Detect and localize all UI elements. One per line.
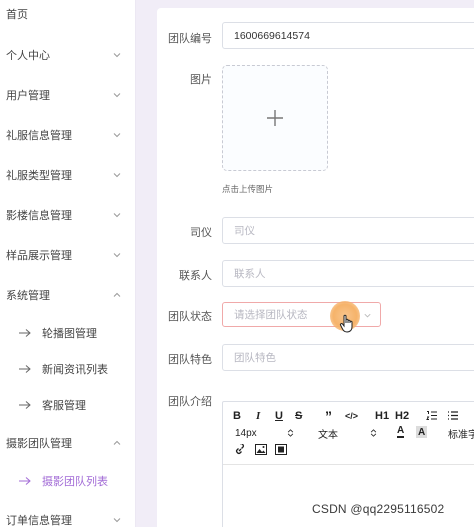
sidebar-item-label: 礼服类型管理 (6, 170, 72, 182)
sidebar: 首页 个人中心 用户管理 礼服信息管理 礼服类型管理 影楼信息管理 样品展示管理… (0, 0, 136, 527)
sidebar-item-label: 首页 (6, 9, 28, 21)
intro-label: 团队介绍 (168, 396, 212, 408)
sidebar-item-label: 轮播图管理 (42, 328, 97, 340)
csdn-watermark: CSDN @qq2295116502 (312, 502, 445, 516)
contact-placeholder: 联系人 (234, 268, 266, 280)
plus-icon (267, 110, 283, 126)
status-placeholder: 请选择团队状态 (234, 309, 308, 321)
team-no-label: 团队编号 (168, 33, 212, 45)
arrow-right-icon (19, 365, 31, 373)
ordered-list-icon[interactable] (426, 410, 438, 421)
sidebar-item-system-management[interactable]: 系统管理 (0, 277, 136, 313)
chevron-down-icon (111, 89, 123, 101)
video-icon[interactable] (275, 444, 287, 455)
team-no-field[interactable]: 1600669614574 (222, 22, 474, 49)
sidebar-item-label: 影楼信息管理 (6, 210, 72, 222)
sidebar-item-label: 摄影团队管理 (6, 438, 72, 450)
sidebar-item-home[interactable]: 首页 (0, 0, 136, 32)
link-icon[interactable] (234, 444, 246, 456)
chevron-down-icon (111, 49, 123, 61)
code-button[interactable]: </> (345, 408, 358, 424)
sidebar-item-label: 样品展示管理 (6, 250, 72, 262)
h1-button[interactable]: H1 (375, 408, 389, 424)
sidebar-item-label: 订单信息管理 (6, 515, 72, 527)
italic-button[interactable]: I (256, 408, 260, 424)
contact-label: 联系人 (179, 270, 212, 282)
chevron-up-icon (111, 437, 123, 449)
chevron-down-icon (111, 129, 123, 141)
sidebar-subitem-photo-team-list[interactable]: 摄影团队列表 (0, 466, 136, 496)
status-label: 团队状态 (168, 311, 212, 323)
feature-label: 团队特色 (168, 354, 212, 366)
font-family-select[interactable]: 文本 (318, 425, 338, 441)
quote-button[interactable]: ” (325, 408, 332, 424)
image-icon[interactable] (255, 444, 267, 455)
sidebar-subitem-customer-service[interactable]: 客服管理 (0, 390, 136, 420)
chevron-down-icon (111, 514, 123, 526)
chevron-down-icon (111, 249, 123, 261)
bullet-list-icon[interactable] (447, 410, 459, 421)
sidebar-item-photo-team[interactable]: 摄影团队管理 (0, 425, 136, 461)
text-color-button[interactable]: A (397, 424, 405, 438)
h2-button[interactable]: H2 (395, 408, 409, 424)
sidebar-item-order-info[interactable]: 订单信息管理 (0, 502, 136, 527)
sidebar-item-label: 礼服信息管理 (6, 130, 72, 142)
sidebar-item-user-management[interactable]: 用户管理 (0, 77, 136, 113)
host-placeholder: 司仪 (234, 225, 255, 237)
sidebar-item-label: 个人中心 (6, 50, 50, 62)
chevron-up-down-icon[interactable] (369, 429, 378, 437)
sidebar-item-personal-center[interactable]: 个人中心 (0, 37, 136, 73)
chevron-down-icon (364, 313, 371, 318)
bold-button[interactable]: B (233, 408, 241, 424)
underline-button[interactable]: U (275, 408, 283, 424)
sidebar-item-studio-info[interactable]: 影楼信息管理 (0, 197, 136, 233)
sidebar-subitem-carousel[interactable]: 轮播图管理 (0, 318, 136, 348)
sidebar-item-label: 客服管理 (42, 400, 86, 412)
arrow-right-icon (19, 329, 31, 337)
arrow-right-icon (19, 477, 31, 485)
background-color-button[interactable]: A (416, 426, 428, 438)
sidebar-item-label: 用户管理 (6, 90, 50, 102)
image-upload[interactable] (222, 65, 328, 171)
feature-input[interactable]: 团队特色 (222, 344, 474, 371)
editor-divider (223, 464, 474, 465)
arrow-right-icon (19, 401, 31, 409)
sidebar-item-label: 系统管理 (6, 290, 50, 302)
font-size-select[interactable]: 14px (235, 425, 257, 441)
feature-placeholder: 团队特色 (234, 352, 276, 364)
sidebar-item-label: 新闻资讯列表 (42, 364, 108, 376)
chevron-down-icon (111, 169, 123, 181)
sidebar-item-dress-type[interactable]: 礼服类型管理 (0, 157, 136, 193)
chevron-up-icon (111, 289, 123, 301)
strike-button[interactable]: S (295, 408, 302, 424)
host-input[interactable]: 司仪 (222, 217, 474, 244)
host-label: 司仪 (190, 227, 212, 239)
chevron-down-icon (111, 209, 123, 221)
contact-input[interactable]: 联系人 (222, 260, 474, 287)
sidebar-item-sample-display[interactable]: 样品展示管理 (0, 237, 136, 273)
hand-cursor-icon (339, 314, 353, 333)
image-label: 图片 (190, 74, 212, 86)
upload-tip: 点击上传图片 (222, 184, 274, 194)
sidebar-item-label: 摄影团队列表 (42, 476, 108, 488)
sidebar-item-dress-info[interactable]: 礼服信息管理 (0, 117, 136, 153)
chevron-up-down-icon[interactable] (286, 429, 295, 437)
sidebar-subitem-news[interactable]: 新闻资讯列表 (0, 354, 136, 384)
team-no-value: 1600669614574 (234, 29, 310, 42)
heading-select[interactable]: 标准字 (448, 425, 474, 441)
